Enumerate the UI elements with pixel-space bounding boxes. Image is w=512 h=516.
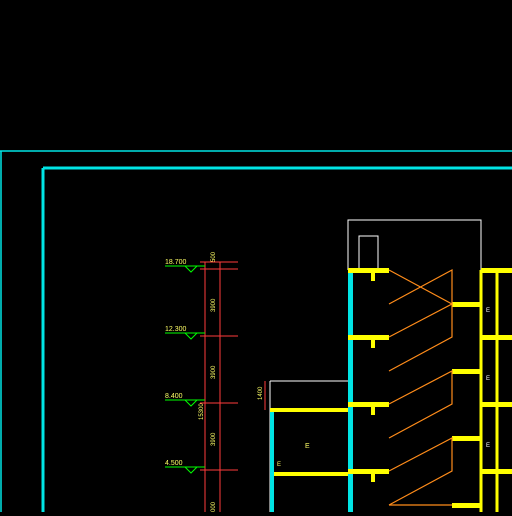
dim-text-top: 500 [211, 251, 217, 262]
adjacent-slab [481, 402, 512, 407]
level-text-1: 18.700 [165, 259, 187, 266]
adjacent-labels: E E E [486, 308, 490, 449]
level-text-3: 8.400 [165, 393, 183, 400]
level-markers [165, 265, 205, 474]
annex-small-label: E [277, 462, 281, 468]
dim-text-3: 3900 [211, 432, 217, 446]
landing [452, 369, 481, 374]
slab [348, 268, 389, 273]
beam [371, 407, 375, 415]
level-triangle [184, 265, 198, 273]
dim-text-parapet: 1400 [258, 386, 264, 400]
flight-1 [388, 268, 453, 306]
annex-building: E E [264, 380, 350, 512]
adjacent-label-c: E [486, 443, 490, 449]
annex-roof-slab [270, 408, 350, 412]
stair-flights [388, 268, 453, 506]
level-text-2: 12.300 [165, 326, 187, 333]
dim-text-bottom: 000 [211, 501, 217, 512]
level-triangle [184, 466, 198, 474]
annex-floor-slab [270, 472, 350, 476]
slab [348, 335, 389, 340]
stair-tower: E E E [347, 219, 512, 512]
level-text-4: 4.500 [165, 460, 183, 467]
tower-wall-left [348, 270, 353, 512]
landing [452, 436, 481, 441]
dim-text-2: 3900 [211, 365, 217, 379]
dim-text-total: 15300 [199, 403, 205, 420]
section-drawing: 18.700 12.300 8.400 4.500 500 3900 3900 … [0, 150, 512, 512]
roof-door [358, 235, 379, 271]
level-texts: 18.700 12.300 8.400 4.500 [165, 259, 187, 467]
adjacent-label-b: E [486, 376, 490, 382]
annex-wall [270, 412, 274, 512]
beam [371, 273, 375, 281]
adjacent-slab [481, 335, 512, 340]
dim-text-1: 3900 [211, 298, 217, 312]
landing [452, 302, 481, 307]
roof-outline [347, 219, 482, 270]
slab [348, 469, 389, 474]
adjacent-slab [481, 268, 512, 273]
flight-4 [388, 437, 453, 506]
landing [452, 503, 481, 508]
flight-2 [388, 303, 453, 372]
dimension-texts: 500 3900 3900 3900 000 15300 1400 [199, 251, 264, 512]
beam [371, 474, 375, 482]
floor-slabs [348, 268, 512, 508]
dimension-chain [200, 261, 238, 512]
flight-3 [388, 370, 453, 439]
beam [371, 340, 375, 348]
adjacent-slab [481, 469, 512, 474]
slab [348, 402, 389, 407]
level-triangle [184, 399, 198, 407]
adjacent-label-a: E [486, 308, 490, 314]
drawing-frame [0, 150, 512, 512]
annex-room-label: E [305, 443, 310, 450]
cad-viewport[interactable]: 18.700 12.300 8.400 4.500 500 3900 3900 … [0, 0, 512, 512]
level-triangle [184, 332, 198, 340]
